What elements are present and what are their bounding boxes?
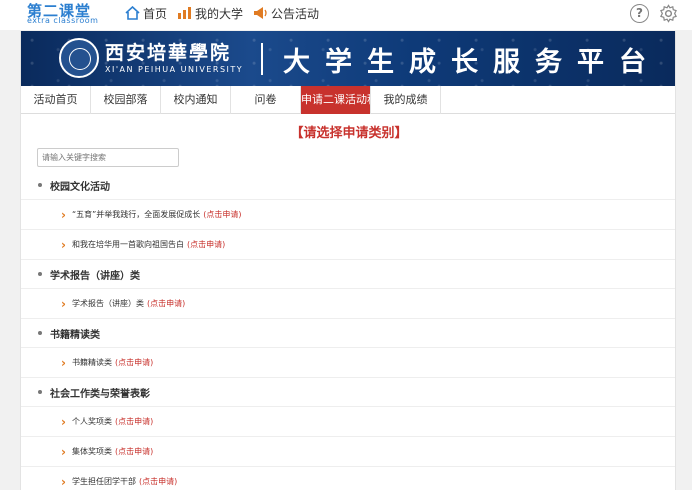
list-item-label: 学术报告（讲座）类 [71, 299, 144, 308]
tab-2[interactable]: 校内通知 [161, 86, 231, 114]
apply-link[interactable]: (点击申请) [203, 209, 241, 220]
apply-link[interactable]: (点击申请) [147, 298, 185, 309]
nav-home[interactable]: 首页 [125, 5, 167, 22]
school-name-en: XI'AN PEIHUA UNIVERSITY [105, 65, 244, 74]
category-list: 校园文化活动 › “五育”并举我践行，全面发展促成长 (点击申请) › 和我在培华用一首歌… [21, 171, 675, 490]
chevron-right-icon: › [61, 207, 66, 222]
category-header: 社会工作类与荣誉表彰 [21, 378, 675, 407]
list-item-label: 和我在培华用一首歌向祖国告白 [71, 240, 184, 249]
category-title: 学术报告（讲座）类 [50, 270, 140, 282]
list-item[interactable]: › 和我在培华用一首歌向祖国告白 (点击申请) [21, 230, 675, 260]
category-title: 书籍精读类 [50, 329, 100, 341]
school-name-cn: 西安培華學院 [105, 42, 232, 64]
list-item-label: “五育”并举我践行，全面发展促成长 [71, 210, 201, 219]
bullet-icon [38, 272, 42, 276]
chart-icon [178, 7, 192, 19]
chevron-right-icon: › [61, 355, 66, 370]
category-header: 学术报告（讲座）类 [21, 260, 675, 289]
bullet-icon [38, 183, 42, 187]
extra-classroom-logo[interactable]: 第二课堂 extra classroom [27, 0, 107, 30]
apply-link[interactable]: (点击申请) [115, 416, 153, 427]
banner-divider [261, 43, 263, 75]
page-heading: 【请选择申请类别】 [290, 126, 408, 141]
nav-home-label: 首页 [143, 6, 168, 21]
bullet-icon [38, 331, 42, 335]
apply-link[interactable]: (点击申请) [139, 476, 177, 487]
nav-announcements-label: 公告活动 [271, 6, 320, 21]
top-nav: 首页 我的大学 公告活动 [125, 4, 329, 22]
tab-5[interactable]: 我的成绩 [371, 86, 441, 114]
bullet-icon [38, 390, 42, 394]
apply-link[interactable]: (点击申请) [115, 446, 153, 457]
apply-link[interactable]: (点击申请) [115, 357, 153, 368]
tab-3[interactable]: 问卷 [231, 86, 301, 114]
tab-4[interactable]: 申请二课活动积 [301, 86, 371, 114]
help-icon[interactable]: ? [630, 4, 649, 23]
list-item-label: 集体奖项类 [71, 447, 112, 456]
platform-title: 大学生成长服务平台 [283, 47, 661, 78]
chevron-right-icon: › [61, 237, 66, 252]
category-title: 社会工作类与荣誉表彰 [50, 388, 150, 400]
list-item-label: 个人奖项类 [71, 417, 112, 426]
list-item[interactable]: › 学术报告（讲座）类 (点击申请) [21, 289, 675, 319]
list-item-label: 学生担任团学干部 [71, 477, 136, 486]
search-input[interactable] [37, 148, 179, 167]
chevron-right-icon: › [61, 414, 66, 429]
main-panel: 西安培華學院 XI'AN PEIHUA UNIVERSITY 大学生成长服务平台… [20, 31, 676, 490]
gear-icon[interactable] [659, 4, 678, 23]
list-item-label: 书籍精读类 [71, 358, 112, 367]
list-item[interactable]: › 书籍精读类 (点击申请) [21, 348, 675, 378]
category-title: 校园文化活动 [50, 181, 110, 193]
nav-announcements[interactable]: 公告活动 [253, 5, 319, 22]
nav-my-university-label: 我的大学 [195, 6, 244, 21]
logo-en: extra classroom [27, 16, 99, 25]
chevron-right-icon: › [61, 296, 66, 311]
top-bar: 第二课堂 extra classroom 首页 我的大学 公告活动 ? [0, 0, 692, 30]
nav-my-university[interactable]: 我的大学 [177, 5, 243, 22]
list-item[interactable]: › 个人奖项类 (点击申请) [21, 407, 675, 437]
banner: 西安培華學院 XI'AN PEIHUA UNIVERSITY 大学生成长服务平台 [21, 31, 675, 86]
chevron-right-icon: › [61, 444, 66, 459]
category-header: 校园文化活动 [21, 171, 675, 200]
list-item[interactable]: › “五育”并举我践行，全面发展促成长 (点击申请) [21, 200, 675, 230]
list-item[interactable]: › 学生担任团学干部 (点击申请) [21, 467, 675, 490]
list-item[interactable]: › 集体奖项类 (点击申请) [21, 437, 675, 467]
tab-1[interactable]: 校园部落 [91, 86, 161, 114]
megaphone-icon [254, 7, 267, 19]
nav-tabs: 活动首页 校园部落 校内通知 问卷 申请二课活动积 我的成绩 [21, 86, 675, 114]
category-header: 书籍精读类 [21, 319, 675, 348]
school-seal-icon [59, 38, 99, 78]
chevron-right-icon: › [61, 474, 66, 489]
home-icon [125, 6, 140, 20]
tab-0[interactable]: 活动首页 [21, 86, 91, 114]
apply-link[interactable]: (点击申请) [187, 239, 225, 250]
